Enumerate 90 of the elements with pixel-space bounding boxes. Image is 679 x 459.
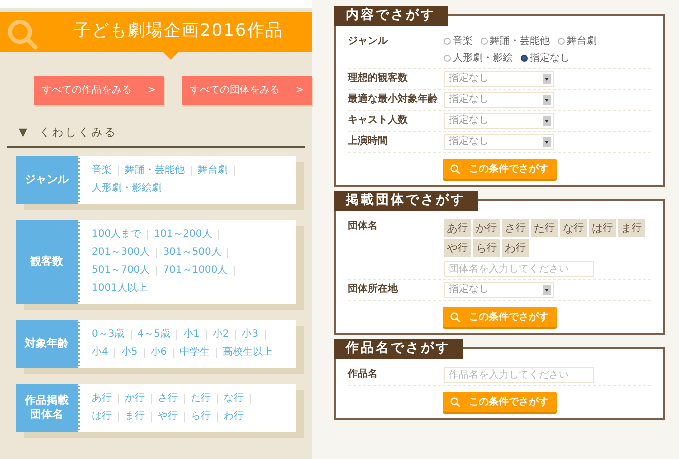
panel-title: 作品名でさがす bbox=[334, 339, 463, 359]
filter-link[interactable]: 100人まで bbox=[92, 228, 142, 242]
select-field[interactable]: 指定なし bbox=[444, 282, 554, 298]
radio-button[interactable] bbox=[444, 38, 451, 45]
kana-key[interactable]: あ行 bbox=[444, 219, 471, 237]
filter-link[interactable]: や行 bbox=[158, 410, 178, 424]
field-label: キャスト人数 bbox=[348, 114, 409, 128]
select-field[interactable]: 指定なし bbox=[444, 113, 554, 129]
input-field[interactable]: 作品名を入力してください bbox=[444, 367, 594, 383]
radio-label: 人形劇・影絵 bbox=[453, 52, 513, 66]
radio-button[interactable] bbox=[481, 38, 488, 45]
dropdown-icon bbox=[543, 95, 551, 105]
kana-key[interactable]: ら行 bbox=[473, 239, 500, 257]
filter-link[interactable]: は行 bbox=[92, 410, 112, 424]
view-all-button[interactable]: すべての作品をみる > bbox=[34, 76, 164, 105]
dropdown-icon bbox=[543, 137, 551, 147]
filter-link[interactable]: 中学生 bbox=[180, 346, 210, 360]
select-field[interactable]: 指定なし bbox=[444, 92, 554, 108]
filter-link[interactable]: 舞台劇 bbox=[198, 164, 228, 178]
radio-label: 音楽 bbox=[453, 34, 473, 49]
kana-key[interactable]: さ行 bbox=[502, 219, 529, 237]
filter-link[interactable]: 101～200人 bbox=[154, 228, 212, 242]
dropdown-icon bbox=[543, 74, 551, 84]
details-label[interactable]: くわしくみる bbox=[39, 125, 118, 142]
radio-button[interactable] bbox=[444, 55, 451, 62]
field-label: 団体所在地 bbox=[348, 282, 399, 297]
filter-label: 観客数 bbox=[16, 220, 80, 304]
field-label: 作品名 bbox=[348, 368, 379, 382]
filter-link[interactable]: 701～1000人 bbox=[163, 264, 228, 278]
search-button[interactable]: この条件でさがす bbox=[442, 159, 556, 179]
filter-link[interactable]: 小2 bbox=[212, 328, 230, 342]
filter-link[interactable]: 人形劇・影絵劇 bbox=[92, 182, 162, 196]
panel-title: 掲載団体でさがす bbox=[334, 191, 478, 211]
field-label: 団体名 bbox=[348, 220, 379, 234]
filter-link[interactable]: あ行 bbox=[92, 392, 112, 406]
filter-link[interactable]: 舞踊・芸能他 bbox=[125, 164, 185, 178]
search-button[interactable]: この条件でさがす bbox=[442, 307, 556, 327]
filter-link[interactable]: か行 bbox=[125, 392, 145, 406]
radio-label: 舞台劇 bbox=[567, 34, 597, 49]
view-all-button[interactable]: すべての団体をみる > bbox=[182, 76, 312, 105]
kana-key[interactable]: た行 bbox=[531, 219, 558, 237]
filter-link[interactable]: 小6 bbox=[150, 346, 168, 360]
kana-key[interactable]: な行 bbox=[560, 219, 587, 237]
filter-label: 作品掲載団体名 bbox=[16, 384, 80, 432]
radio-label: 指定なし bbox=[530, 52, 570, 66]
kana-key[interactable]: ま 行 bbox=[618, 219, 645, 237]
filter-link[interactable]: 0～3歳 bbox=[92, 328, 125, 342]
kana-key[interactable]: は行 bbox=[589, 219, 616, 237]
filter-link[interactable]: 501～700人 bbox=[92, 264, 150, 278]
filter-link[interactable]: さ行 bbox=[158, 392, 178, 406]
field-label: 上演時間 bbox=[348, 134, 389, 149]
dropdown-icon bbox=[543, 116, 551, 126]
filter-link[interactable]: 高校生以上 bbox=[223, 346, 274, 360]
filter-link[interactable]: わ行 bbox=[224, 410, 244, 424]
field-label: 理想的観客数 bbox=[348, 71, 409, 86]
search-icon bbox=[450, 312, 461, 322]
dropdown-icon bbox=[543, 285, 551, 295]
magnifier-icon bbox=[6, 18, 40, 52]
search-icon bbox=[450, 396, 461, 408]
radio-button[interactable] bbox=[521, 55, 528, 62]
field-label: ジャンル bbox=[348, 35, 390, 49]
filter-link[interactable]: 1001人以上 bbox=[92, 282, 148, 296]
panel-title: 内容でさがす bbox=[334, 6, 448, 26]
filter-label: 対象年齢 bbox=[16, 320, 80, 368]
triangle-icon: ▼ bbox=[19, 125, 28, 142]
page-title: 子ども劇場企画2016作品 bbox=[74, 20, 284, 44]
filter-link[interactable]: た行 bbox=[191, 392, 211, 406]
select-field[interactable]: 指定なし bbox=[444, 71, 554, 87]
filter-link[interactable]: 小4 bbox=[92, 346, 108, 360]
radio-button[interactable] bbox=[558, 38, 565, 45]
input-field[interactable]: 団体名を入力してください bbox=[444, 261, 594, 277]
filter-link[interactable]: 201～300人 bbox=[92, 246, 150, 260]
filter-link[interactable]: な行 bbox=[224, 392, 244, 406]
filter-link[interactable]: ら行 bbox=[191, 410, 211, 424]
kana-key[interactable]: か行 bbox=[473, 219, 500, 237]
radio-label: 舞踊・芸能他 bbox=[490, 34, 550, 49]
filter-link[interactable]: 301～500人 bbox=[163, 246, 222, 260]
kana-key[interactable]: や行 bbox=[444, 239, 471, 257]
filter-link[interactable]: ま行 bbox=[125, 410, 145, 424]
search-icon bbox=[450, 164, 461, 174]
filter-link[interactable]: 小3 bbox=[242, 328, 259, 342]
filter-link[interactable]: 小1 bbox=[183, 328, 200, 342]
search-button[interactable]: この条件でさがす bbox=[442, 392, 556, 412]
select-field[interactable]: 指定なし bbox=[444, 134, 554, 150]
filter-link[interactable]: 音楽 bbox=[92, 164, 112, 178]
filter-link[interactable]: 小5 bbox=[121, 346, 138, 360]
kana-key[interactable]: わ行 bbox=[502, 239, 529, 257]
filter-link[interactable]: 4～5歳 bbox=[138, 328, 170, 342]
filter-label: ジャンル bbox=[16, 156, 80, 204]
field-label: 最適な最小対象年齢 bbox=[348, 92, 439, 107]
